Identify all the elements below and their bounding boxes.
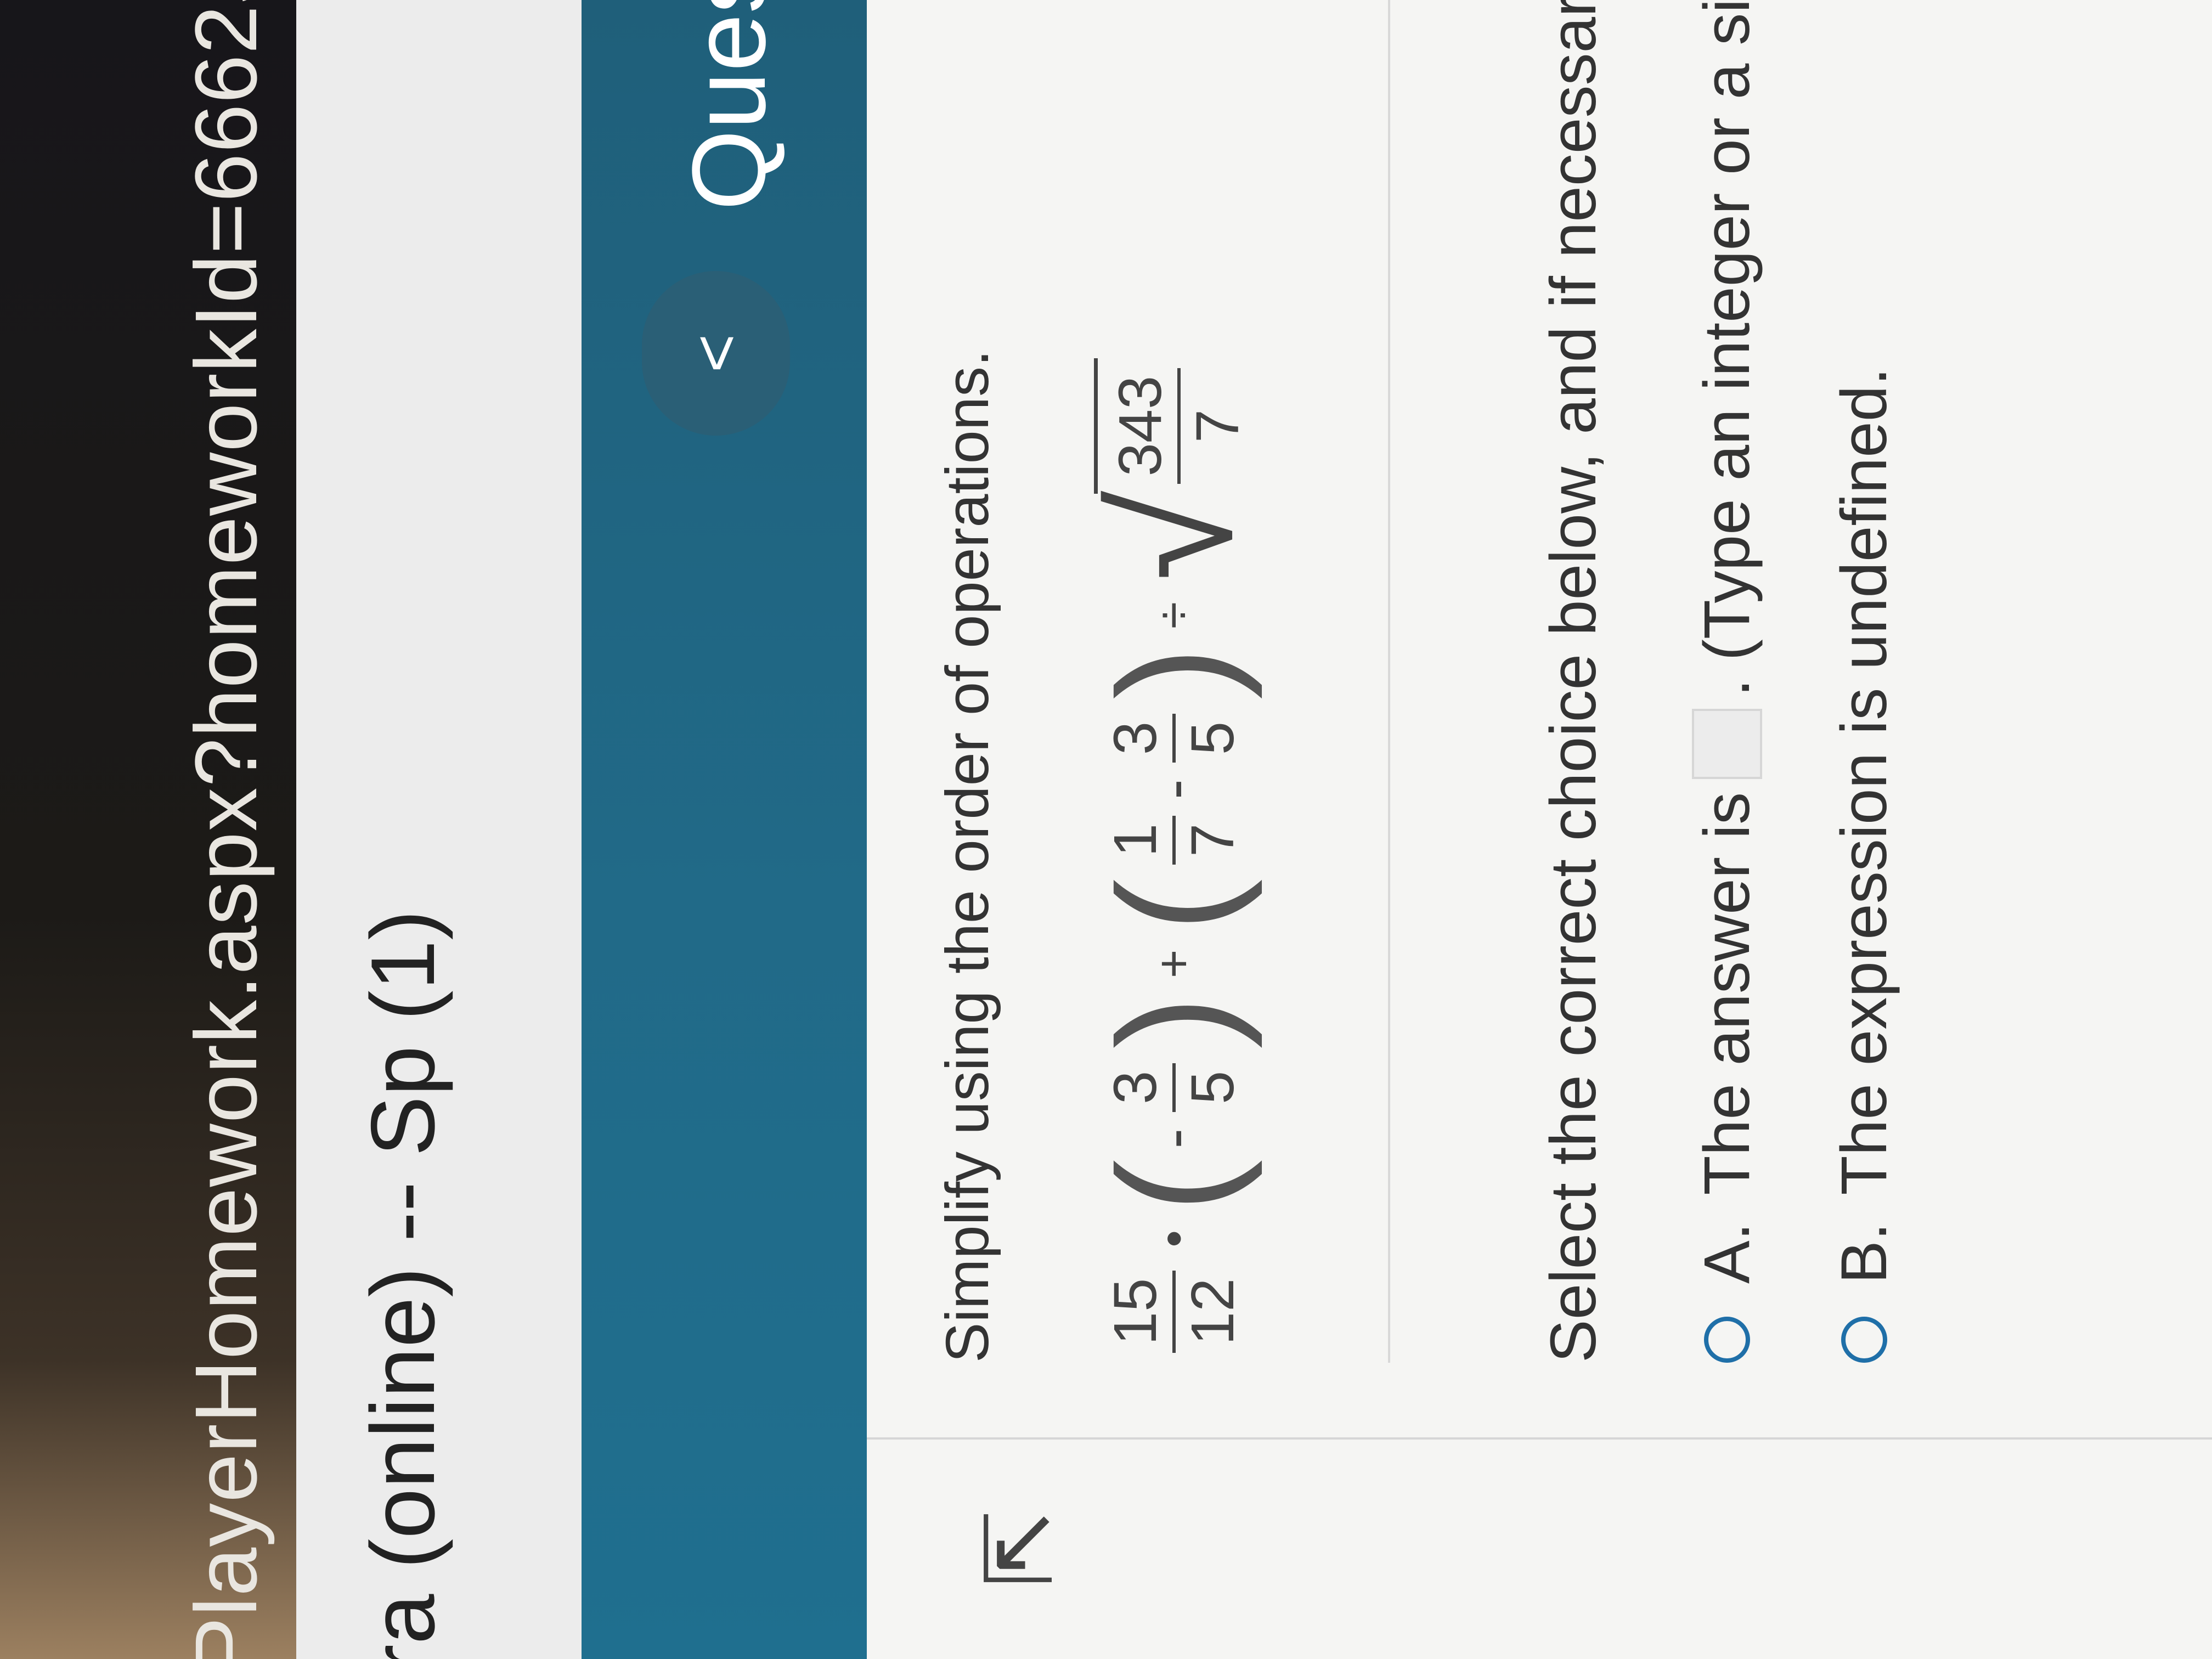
right-paren: ) — [1085, 646, 1263, 699]
choice-text: The answer is — [1691, 792, 1763, 1195]
plus-sign: + — [1146, 949, 1201, 979]
choice-letter: A. — [1691, 1222, 1763, 1284]
choice-a[interactable]: A. The answer is . (Type an integer or a… — [1690, 0, 1764, 1363]
radio-button-b[interactable] — [1841, 1317, 1887, 1363]
browser-address-bar[interactable]: PlayerHomework.aspx?homeworkId=666252336… — [0, 0, 296, 1659]
question-banner — [582, 0, 867, 1659]
left-paren: ( — [1085, 1159, 1263, 1213]
radical-icon: √ — [1082, 490, 1266, 581]
math-expression: 15 12 • ( - 3 5 ) + ( 1 7 - 3 5 ) ÷ √ 34… — [1075, 358, 1273, 1363]
fraction: 15 12 — [1098, 1270, 1250, 1353]
collapse-arrow-icon[interactable]: ⇱ — [966, 1510, 1074, 1588]
square-root: √ 343 7 — [1082, 358, 1266, 581]
fraction: 1 7 — [1098, 815, 1250, 865]
radio-button-a[interactable] — [1704, 1317, 1750, 1363]
chevron-left-icon: < — [679, 334, 753, 373]
problem-prompt: Simplify using the order of operations. — [934, 349, 1001, 1363]
choice-text: The expression is undefined. — [1828, 367, 1900, 1195]
choice-b[interactable]: B. The expression is undefined. — [1827, 368, 1901, 1363]
fraction: 3 5 — [1098, 1063, 1250, 1112]
side-divider — [867, 1437, 2212, 1440]
homework-page: PlayerHomework.aspx?homeworkId=666252336… — [0, 0, 2212, 1659]
fraction: 343 7 — [1103, 368, 1255, 484]
answer-input[interactable] — [1692, 708, 1762, 779]
url-text: PlayerHomework.aspx?homeworkId=666252336… — [177, 0, 275, 1659]
previous-question-button[interactable]: < — [642, 271, 790, 436]
multiply-dot: • — [1146, 1230, 1201, 1248]
negative-sign: - — [1140, 1128, 1208, 1149]
section-divider — [1388, 0, 1390, 1363]
left-paren: ( — [1085, 879, 1263, 932]
instruction-text: Select the correct choice below, and if … — [1537, 0, 1610, 1363]
right-paren: ) — [1085, 996, 1263, 1049]
choice-letter: B. — [1828, 1222, 1900, 1284]
question-label: Questi — [671, 0, 787, 211]
minus-sign: - — [1140, 779, 1208, 799]
fraction: 3 5 — [1098, 713, 1250, 763]
course-title: bra (online) -- Sp (1) — [352, 910, 453, 1659]
answer-hint: . (Type an integer or a sir — [1691, 0, 1763, 697]
divide-sign: ÷ — [1146, 602, 1201, 629]
